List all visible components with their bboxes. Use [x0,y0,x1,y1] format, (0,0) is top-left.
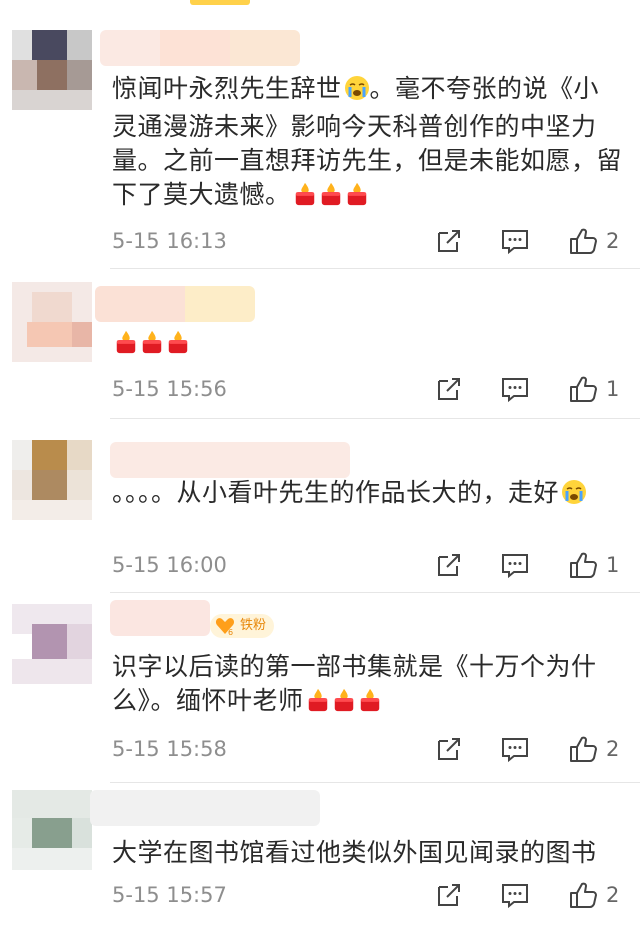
reply-icon[interactable] [500,734,530,764]
comment-item: 惊闻叶永烈先生辞世 。毫不夸张的说《小灵通漫游未来》影响今天科普创作的中坚力量。之… [0,0,640,270]
divider [110,268,640,269]
comment-text: 惊闻叶永烈先生辞世 。毫不夸张的说《小灵通漫游未来》影响今天科普创作的中坚力量。之… [112,72,622,216]
fan-badge-icon: 6 [214,616,236,645]
timestamp: 5-15 16:13 [112,229,227,253]
like-icon[interactable] [568,226,598,256]
like-icon[interactable] [568,880,598,910]
timestamp: 5-15 15:56 [112,377,227,401]
svg-text:6: 6 [228,628,233,636]
comment-meta: 5-15 15:56 1 [112,374,622,404]
divider [110,782,640,783]
crying-face-icon [344,75,370,110]
reply-icon[interactable] [500,374,530,404]
candle-icon [319,181,343,216]
share-icon[interactable] [434,226,464,256]
like-count: 1 [606,553,620,577]
avatar[interactable] [12,790,92,870]
candle-icon [293,181,317,216]
candle-icon [332,687,356,722]
candle-icon [166,329,190,364]
candle-icon [114,329,138,364]
timestamp: 5-15 15:58 [112,737,227,761]
comment-text [112,326,622,364]
username-blurred[interactable] [90,790,320,826]
share-icon[interactable] [434,550,464,580]
reply-icon[interactable] [500,226,530,256]
comment-item: 大学在图书馆看过他类似外国见闻录的图书 5-15 15:57 2 [0,784,640,934]
username-blurred[interactable] [110,600,210,636]
comment-item: 5-15 15:56 1 [0,270,640,419]
comment-meta: 5-15 16:00 1 [112,550,622,580]
username-blurred[interactable] [110,442,350,478]
divider [110,592,640,593]
crying-face-icon [561,479,587,514]
divider [110,418,640,419]
like-icon[interactable] [568,374,598,404]
like-count: 1 [606,377,620,401]
reply-icon[interactable] [500,550,530,580]
avatar[interactable] [12,604,92,684]
candle-icon [358,687,382,722]
candle-icon [345,181,369,216]
share-icon[interactable] [434,374,464,404]
like-count: 2 [606,883,620,907]
like-icon[interactable] [568,550,598,580]
like-count: 2 [606,229,620,253]
reply-icon[interactable] [500,880,530,910]
share-icon[interactable] [434,734,464,764]
candle-icon [306,687,330,722]
share-icon[interactable] [434,880,464,910]
username-blurred[interactable] [95,286,255,322]
comment-meta: 5-15 15:58 2 [112,734,622,764]
comment-item: 6 铁粉 识字以后读的第一部书集就是《十万个为什么》。缅怀叶老师 5-15 15… [0,594,640,783]
avatar[interactable] [12,30,92,110]
timestamp: 5-15 15:57 [112,883,227,907]
comment-text: 识字以后读的第一部书集就是《十万个为什么》。缅怀叶老师 [112,650,622,722]
username-blurred[interactable] [100,30,300,66]
comment-meta: 5-15 15:57 2 [112,880,622,910]
avatar[interactable] [12,282,92,362]
timestamp: 5-15 16:00 [112,553,227,577]
comment-text: 大学在图书馆看过他类似外国见闻录的图书 [112,838,597,867]
like-icon[interactable] [568,734,598,764]
like-count: 2 [606,737,620,761]
candle-icon [140,329,164,364]
iron-fan-badge: 6 铁粉 [210,614,275,638]
comment-meta: 5-15 16:13 2 [112,226,622,256]
comment-text: 。。。。从小看叶先生的作品长大的，走好 [112,476,622,514]
avatar[interactable] [12,440,92,520]
comment-item: 。。。。从小看叶先生的作品长大的，走好 5-15 16:00 1 [0,420,640,593]
